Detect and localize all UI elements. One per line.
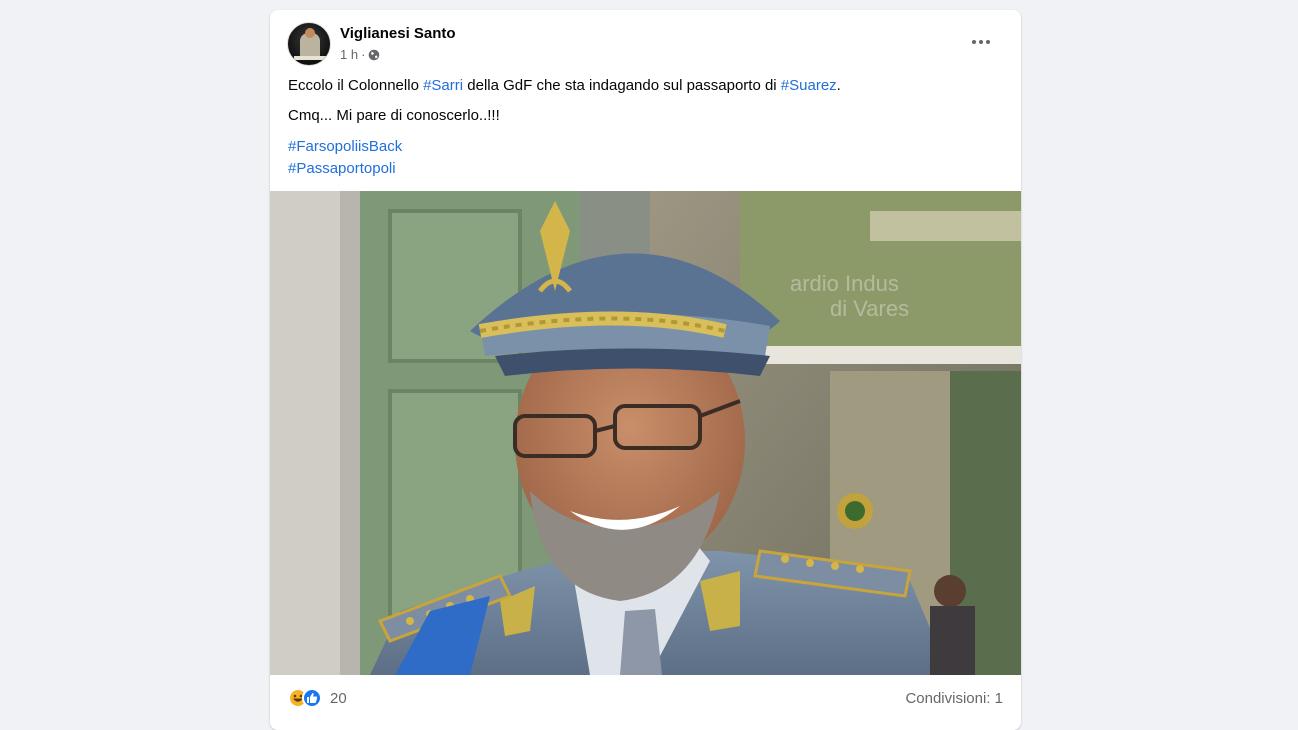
post-line-1: Eccolo il Colonnello #Sarri della GdF ch… (288, 76, 1003, 96)
post-header: Viglianesi Santo 1 h · (270, 10, 1021, 70)
post-footer: 20 Condivisioni: 1 (270, 675, 1021, 721)
reactions-summary[interactable]: 20 (288, 688, 347, 708)
post-line-2: Cmq... Mi pare di conoscerlo..!!! (288, 107, 500, 124)
more-options-button[interactable] (963, 30, 999, 54)
svg-text:di Vares: di Vares (830, 296, 909, 321)
post-meta: 1 h · (340, 47, 380, 62)
hashtag-list: #FarsopoliisBack #Passaportopoli (288, 136, 1003, 180)
shares-count[interactable]: Condivisioni: 1 (905, 690, 1003, 707)
text-segment: . (836, 77, 841, 94)
hashtag-farsopoliisback[interactable]: #FarsopoliisBack (288, 136, 1003, 158)
hashtag-passaportopoli[interactable]: #Passaportopoli (288, 158, 1003, 180)
avatar[interactable] (287, 22, 331, 66)
post-photo[interactable]: ardio Indus di Vares (270, 191, 1021, 675)
text-segment: Eccolo il Colonnello (288, 77, 424, 94)
like-icon (302, 688, 322, 708)
post-text: Eccolo il Colonnello #Sarri della GdF ch… (270, 70, 1021, 180)
globe-icon (369, 49, 380, 60)
text-segment: della GdF che sta indagando sul passapor… (463, 77, 781, 94)
svg-text:ardio Indus: ardio Indus (790, 271, 899, 296)
reaction-count[interactable]: 20 (330, 690, 347, 707)
post-time[interactable]: 1 h (340, 47, 358, 62)
facebook-post: Viglianesi Santo 1 h · Eccolo il Colonne… (270, 10, 1021, 730)
author-name[interactable]: Viglianesi Santo (340, 25, 456, 42)
hashtag-suarez[interactable]: #Suarez (781, 77, 837, 94)
photo-illustration: ardio Indus di Vares (270, 191, 1021, 675)
hashtag-sarri[interactable]: #Sarri (423, 77, 463, 94)
separator-dot: · (361, 47, 366, 62)
